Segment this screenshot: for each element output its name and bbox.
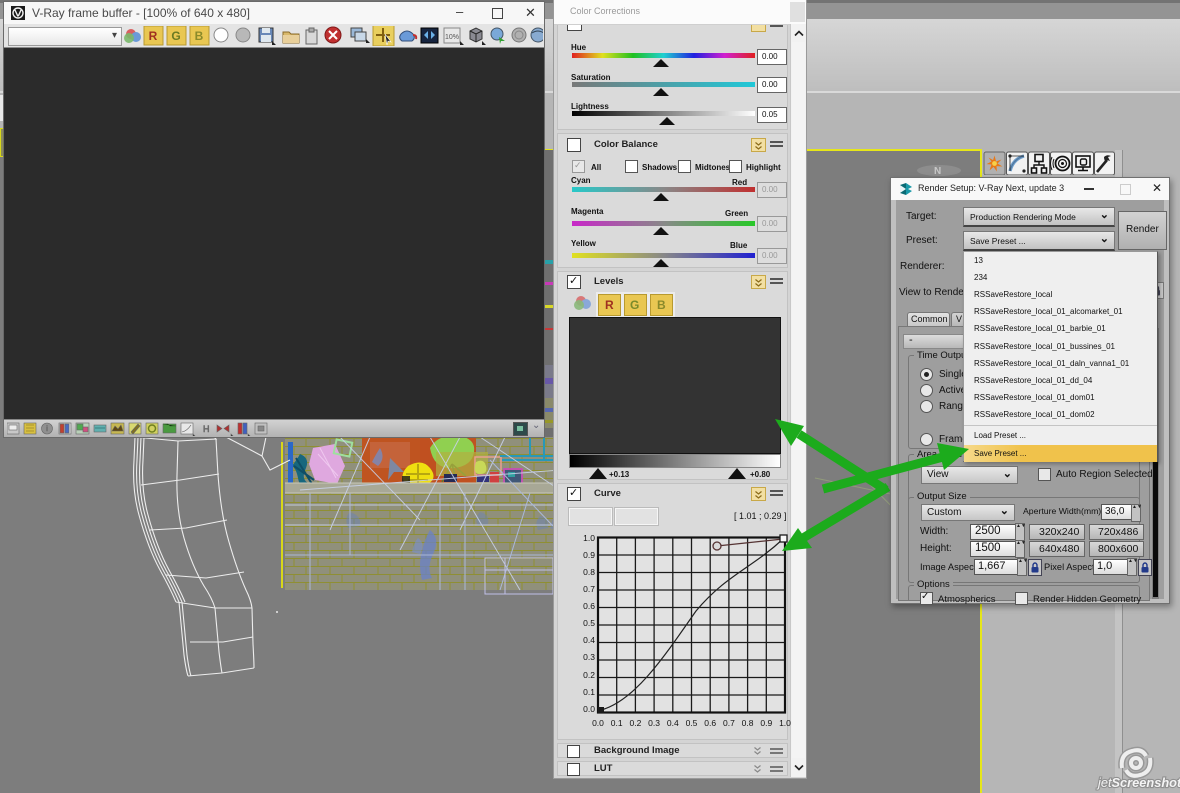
svg-text:H: H bbox=[203, 424, 210, 434]
svg-text:0.3: 0.3 bbox=[648, 718, 660, 728]
svg-text:0.5: 0.5 bbox=[686, 718, 698, 728]
svg-text:0.6: 0.6 bbox=[704, 718, 716, 728]
svg-text:R: R bbox=[149, 29, 158, 43]
svg-text:0.0: 0.0 bbox=[592, 718, 604, 728]
svg-text:0.6: 0.6 bbox=[583, 601, 595, 611]
svg-text:0.3: 0.3 bbox=[583, 652, 595, 662]
svg-text:B: B bbox=[195, 29, 204, 43]
svg-text:0.7: 0.7 bbox=[583, 584, 595, 594]
svg-text:0.2: 0.2 bbox=[583, 670, 595, 680]
svg-text:0.5: 0.5 bbox=[583, 618, 595, 628]
svg-text:0.0: 0.0 bbox=[583, 704, 595, 714]
svg-text:10%: 10% bbox=[445, 34, 459, 41]
svg-text:0.9: 0.9 bbox=[760, 718, 772, 728]
svg-text:1.0: 1.0 bbox=[583, 533, 595, 543]
svg-text:0.1: 0.1 bbox=[611, 718, 623, 728]
svg-text:1.0: 1.0 bbox=[779, 718, 791, 728]
svg-text:G: G bbox=[171, 29, 180, 43]
svg-text:jetScreenshot: jetScreenshot bbox=[1096, 775, 1180, 790]
svg-text:0.1: 0.1 bbox=[583, 687, 595, 697]
svg-text:0.8: 0.8 bbox=[583, 567, 595, 577]
svg-text:0.4: 0.4 bbox=[583, 635, 595, 645]
svg-text:0.7: 0.7 bbox=[723, 718, 735, 728]
svg-text:0.4: 0.4 bbox=[667, 718, 679, 728]
svg-text:0.2: 0.2 bbox=[629, 718, 641, 728]
svg-text:0.8: 0.8 bbox=[742, 718, 754, 728]
svg-text:0.9: 0.9 bbox=[583, 550, 595, 560]
